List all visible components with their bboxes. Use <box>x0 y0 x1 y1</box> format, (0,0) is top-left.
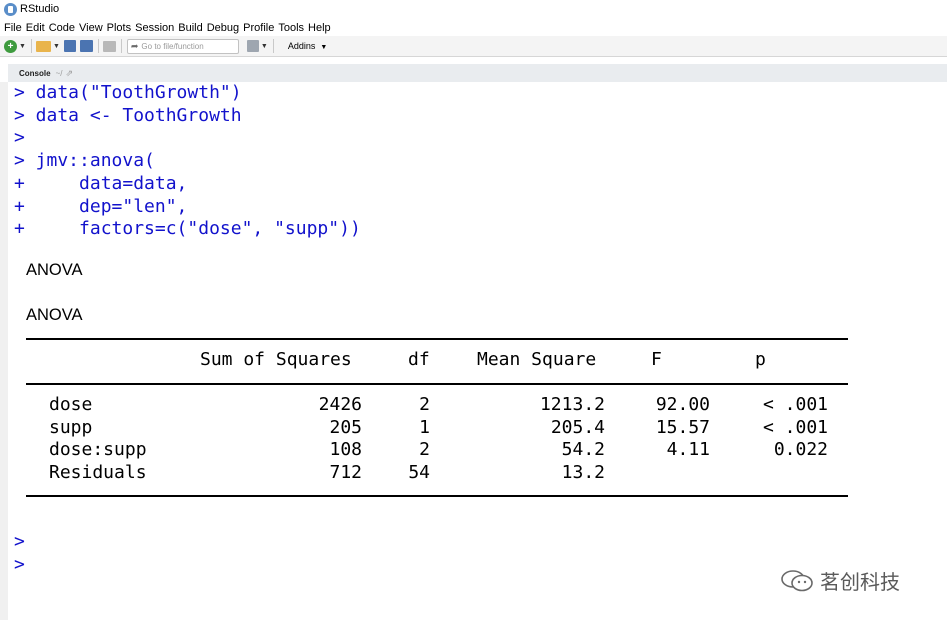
goto-placeholder: Go to file/function <box>141 41 204 51</box>
panes-dropdown-icon[interactable]: ▼ <box>261 43 268 50</box>
toolbar-divider <box>120 39 122 53</box>
row-ss: 108 <box>329 439 362 461</box>
row-df: 2 <box>419 394 430 415</box>
console-prompt: > <box>14 531 25 552</box>
menu-debug[interactable]: Debug <box>207 22 239 34</box>
menu-view[interactable]: View <box>79 22 103 34</box>
menu-plots[interactable]: Plots <box>107 22 131 34</box>
watermark-text: 茗创科技 <box>820 572 900 594</box>
rstudio-logo-icon <box>4 2 17 16</box>
menu-code[interactable]: Code <box>49 22 75 34</box>
addins-label: Addins <box>287 41 316 51</box>
row-p: < .001 <box>762 416 828 438</box>
console-input-line: + dep="len", <box>14 195 188 217</box>
row-df: 2 <box>419 439 430 461</box>
console-prompt[interactable]: > <box>14 554 25 577</box>
main-toolbar: + ▼ ▼ ➦ Go to file/function ▼ Addins ▼ <box>0 36 947 57</box>
menu-file[interactable]: File <box>4 22 22 34</box>
table-header-f: F <box>651 349 662 370</box>
open-project-icon[interactable] <box>35 40 51 52</box>
table-title: ANOVA <box>26 306 83 324</box>
title-bar: RStudio <box>0 0 947 18</box>
menu-profile[interactable]: Profile <box>243 22 274 34</box>
table-header-ms: Mean Square <box>477 349 597 370</box>
row-p: < .001 <box>762 394 828 415</box>
table-header-ss: Sum of Squares <box>200 349 352 370</box>
row-ms: 54.2 <box>561 439 605 461</box>
row-f: 92.00 <box>655 394 710 415</box>
table-header-rule <box>26 383 848 385</box>
workspace-panes-icon[interactable] <box>246 40 259 52</box>
console-input-line: + factors=c("dose", "supp")) <box>14 218 361 240</box>
go-to-directory-icon[interactable]: ⇗ <box>65 68 73 79</box>
menu-bar: File Edit Code View Plots Session Build … <box>0 19 947 36</box>
row-term: dose:supp <box>49 439 147 461</box>
left-pane-gutter <box>0 82 8 620</box>
watermark: 茗创科技 <box>780 566 900 595</box>
table-header-p: p <box>755 349 766 370</box>
console-input-line: > <box>14 127 25 149</box>
toolbar-divider <box>97 39 99 53</box>
save-all-icon[interactable] <box>79 40 93 52</box>
row-term: Residuals <box>49 462 147 484</box>
row-term: dose <box>49 394 93 415</box>
row-ss: 2426 <box>318 394 362 415</box>
toolbar-divider <box>30 39 32 53</box>
menu-session[interactable]: Session <box>135 22 174 34</box>
menu-help[interactable]: Help <box>308 22 331 34</box>
menu-tools[interactable]: Tools <box>278 22 304 34</box>
open-dropdown-icon[interactable]: ▼ <box>53 43 60 50</box>
goto-arrow-icon: ➦ <box>130 40 139 51</box>
console-input-line: > data("ToothGrowth") <box>14 82 242 103</box>
menu-edit[interactable]: Edit <box>26 22 45 34</box>
table-header-df: df <box>408 349 430 370</box>
addins-dropdown-icon: ▼ <box>320 44 328 51</box>
new-file-icon[interactable]: + <box>4 39 17 53</box>
console-working-dir: ~/ <box>55 68 63 78</box>
tab-console[interactable]: Console <box>19 69 51 78</box>
table-bottom-rule <box>26 495 848 497</box>
console-input-line: > jmv::anova( <box>14 150 155 172</box>
new-file-dropdown-icon[interactable]: ▼ <box>19 43 26 50</box>
row-f: 4.11 <box>666 439 710 461</box>
toolbar-divider <box>272 39 274 53</box>
console-tab-bar: Console ~/ ⇗ <box>8 64 947 83</box>
console-output[interactable]: > data("ToothGrowth") > data <- ToothGro… <box>8 82 947 620</box>
row-df: 54 <box>408 462 430 484</box>
row-ms: 13.2 <box>561 462 605 484</box>
go-to-file-input[interactable]: ➦ Go to file/function <box>126 38 239 54</box>
row-term: supp <box>49 416 93 438</box>
table-top-rule <box>26 338 848 340</box>
save-icon[interactable] <box>63 40 76 52</box>
addins-button[interactable]: Addins ▼ <box>288 41 327 51</box>
menu-build[interactable]: Build <box>178 22 202 34</box>
console-input-line: + data=data, <box>14 172 188 194</box>
row-ms: 205.4 <box>550 416 605 438</box>
window-title: RStudio <box>20 3 60 15</box>
wechat-icon <box>781 569 813 591</box>
row-ss: 712 <box>329 462 362 484</box>
output-title: ANOVA <box>26 261 83 279</box>
print-icon[interactable] <box>102 40 116 52</box>
row-ss: 205 <box>329 416 362 438</box>
row-df: 1 <box>419 416 430 438</box>
console-input-line: > data <- ToothGrowth <box>14 104 242 126</box>
row-p: 0.022 <box>773 439 828 461</box>
row-ms: 1213.2 <box>539 394 605 415</box>
row-f: 15.57 <box>655 416 710 438</box>
